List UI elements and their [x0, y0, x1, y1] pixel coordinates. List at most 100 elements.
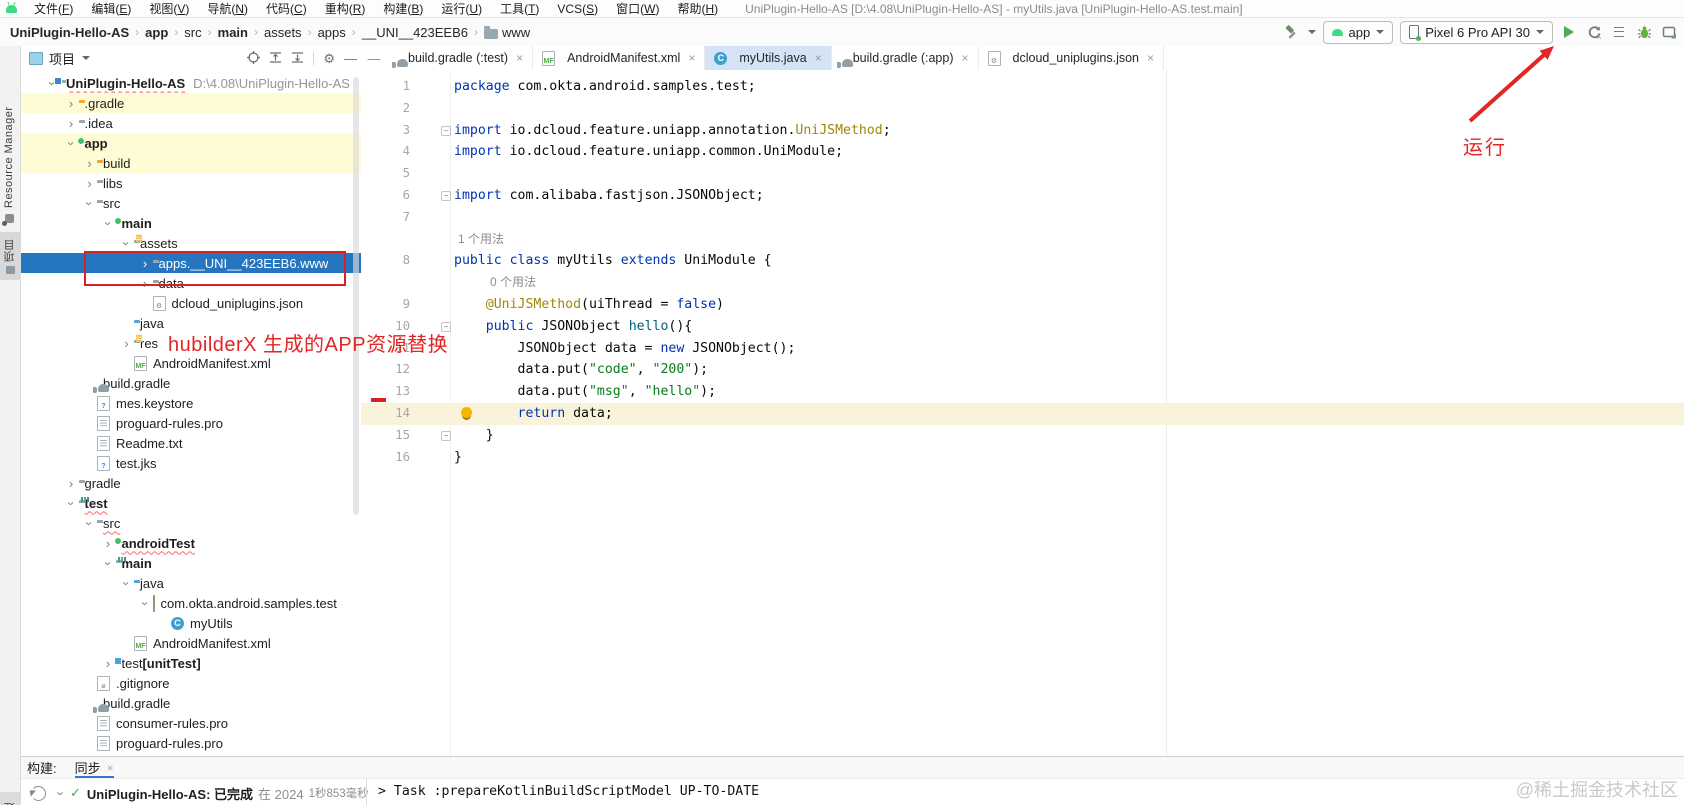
breadcrumb-item[interactable]: __UNI__423EEB6 — [362, 25, 468, 40]
inlay-hint-row[interactable]: 0 个用法 — [361, 272, 1684, 294]
chevron-down-icon[interactable]: › — [119, 236, 134, 251]
chevron-down-icon[interactable]: › — [101, 216, 116, 231]
code-line[interactable]: 2 — [361, 98, 1684, 120]
menu-item[interactable]: 工具(T) — [491, 2, 548, 16]
chevron-down-icon[interactable]: › — [82, 196, 97, 211]
chevron-down-icon[interactable] — [82, 56, 91, 60]
chevron-down-icon[interactable]: › — [101, 556, 116, 571]
tree-row[interactable]: › java — [21, 573, 361, 593]
menu-item[interactable]: 帮助(H) — [668, 2, 727, 16]
breadcrumb-item[interactable]: app — [145, 25, 168, 40]
profiler-icon[interactable] — [1660, 23, 1678, 41]
build-status-row[interactable]: ✓ UniPlugin-Hello-AS: 已完成 在 2024 1秒853毫秒 — [68, 784, 368, 803]
close-icon[interactable]: × — [107, 761, 114, 775]
tree-row[interactable]: › build — [21, 153, 361, 173]
tree-row[interactable]: › src — [21, 513, 361, 533]
fold-column[interactable] — [414, 250, 454, 272]
close-icon[interactable]: × — [516, 51, 523, 65]
fold-icon[interactable]: − — [441, 431, 451, 442]
inlay-hint-row[interactable]: 1 个用法 — [361, 229, 1684, 251]
tree-row-selected[interactable]: › apps.__UNI__423EEB6.www — [21, 253, 361, 273]
line-number[interactable]: 10 — [361, 316, 414, 338]
tree-row[interactable]: › .gradle — [21, 93, 361, 113]
tree-row[interactable]: › src — [21, 193, 361, 213]
fold-column[interactable]: − — [414, 316, 454, 338]
line-number[interactable]: 6 — [361, 185, 414, 207]
line-number[interactable]: 11 — [361, 338, 414, 360]
line-number[interactable]: 15 — [361, 425, 414, 447]
menu-item[interactable]: 代码(C) — [257, 2, 316, 16]
project-tool-window-tab[interactable]: 项目 — [0, 232, 20, 280]
chevron-right-icon[interactable]: › — [64, 117, 79, 130]
tree-row[interactable]: build.gradle — [21, 693, 361, 713]
expand-all-icon[interactable] — [269, 51, 282, 66]
apply-changes-restart-icon[interactable]: A — [1585, 23, 1603, 41]
fold-column[interactable] — [414, 359, 454, 381]
chevron-right-icon[interactable]: › — [64, 477, 79, 490]
build-tool-window-tab[interactable]: 构建 — [0, 792, 20, 805]
line-number[interactable]: 2 — [361, 98, 414, 120]
fold-icon[interactable]: − — [441, 322, 451, 333]
fold-column[interactable] — [414, 447, 454, 469]
line-number[interactable]: 1 — [361, 76, 414, 98]
line-number[interactable]: 12 — [361, 359, 414, 381]
code-text[interactable]: import io.dcloud.feature.uniapp.annotati… — [454, 120, 891, 142]
fold-icon[interactable]: − — [441, 126, 451, 137]
editor-tab[interactable]: build.gradle (:app) × — [832, 46, 979, 70]
tree-row[interactable]: › gradle — [21, 473, 361, 493]
chevron-down-icon[interactable]: › — [119, 576, 134, 591]
fold-column[interactable] — [414, 294, 454, 316]
line-number[interactable]: 5 — [361, 163, 414, 185]
line-number[interactable]: 14 — [361, 403, 414, 425]
tree-row[interactable]: MF AndroidManifest.xml — [21, 633, 361, 653]
run-button[interactable] — [1560, 23, 1578, 41]
menu-item[interactable]: VCS(S) — [548, 2, 607, 16]
collapse-all-icon[interactable] — [291, 51, 304, 66]
code-text[interactable]: @UniJSMethod(uiThread = false) — [454, 294, 724, 316]
refresh-icon[interactable] — [31, 785, 46, 801]
editor-tab[interactable]: build.gradle (:test) × — [387, 46, 534, 70]
chevron-right-icon[interactable]: › — [64, 97, 79, 110]
close-icon[interactable]: × — [962, 51, 969, 65]
code-line[interactable]: 13 data.put("msg", "hello"); — [361, 381, 1684, 403]
line-number[interactable]: 8 — [361, 250, 414, 272]
intention-lightbulb-icon[interactable] — [461, 406, 472, 418]
tree-row[interactable]: › data — [21, 273, 361, 293]
menu-item[interactable]: 文件(F) — [25, 2, 82, 16]
code-line[interactable]: 6 − import com.alibaba.fastjson.JSONObject… — [361, 185, 1684, 207]
tree-row[interactable]: › assets — [21, 233, 361, 253]
code-text[interactable]: package com.okta.android.samples.test; — [454, 76, 756, 98]
menu-item[interactable]: 重构(R) — [316, 2, 375, 16]
breadcrumb-item[interactable]: assets — [264, 25, 302, 40]
menu-item[interactable]: 编辑(E) — [82, 2, 140, 16]
code-line[interactable]: 5 — [361, 163, 1684, 185]
code-line[interactable]: 3 − import io.dcloud.feature.uniapp.annota… — [361, 120, 1684, 142]
code-text[interactable]: data.put("msg", "hello"); — [454, 381, 717, 403]
tree-row[interactable]: ? test.jks — [21, 453, 361, 473]
breadcrumb-item[interactable]: UniPlugin-Hello-AS — [10, 25, 129, 40]
resource-manager-tab[interactable]: Resource Manager — [3, 98, 15, 208]
tree-row[interactable]: ⌀ .gitignore — [21, 673, 361, 693]
fold-column[interactable] — [414, 403, 454, 425]
fold-column[interactable] — [414, 141, 454, 163]
code-line[interactable]: 14 return data; — [361, 402, 1684, 425]
tree-row[interactable]: › test [unitTest] — [21, 653, 361, 673]
tree-row[interactable]: java — [21, 313, 361, 333]
code-line[interactable]: 1 package com.okta.android.samples.test; — [361, 76, 1684, 98]
code-text[interactable]: } — [454, 425, 494, 447]
tree-row[interactable]: › main — [21, 553, 361, 573]
chevron-down-icon[interactable]: › — [64, 136, 79, 151]
code-line[interactable]: 15 − } — [361, 425, 1684, 447]
breadcrumb-item[interactable]: src — [184, 25, 201, 40]
run-config-selector[interactable]: app — [1322, 20, 1394, 44]
close-icon[interactable]: × — [688, 51, 695, 65]
fold-column[interactable]: − — [414, 120, 454, 142]
line-number[interactable]: 13 — [361, 381, 414, 403]
tree-row[interactable]: consumer-rules.pro — [21, 713, 361, 733]
breadcrumb-item[interactable]: main — [218, 25, 248, 40]
editor-tab-active[interactable]: CmyUtils.java × — [705, 46, 832, 70]
tree-row[interactable]: proguard-rules.pro — [21, 413, 361, 433]
chevron-down-icon[interactable]: › — [138, 596, 153, 611]
tree-row[interactable]: build.gradle — [21, 373, 361, 393]
code-text[interactable]: JSONObject data = new JSONObject(); — [454, 338, 796, 360]
